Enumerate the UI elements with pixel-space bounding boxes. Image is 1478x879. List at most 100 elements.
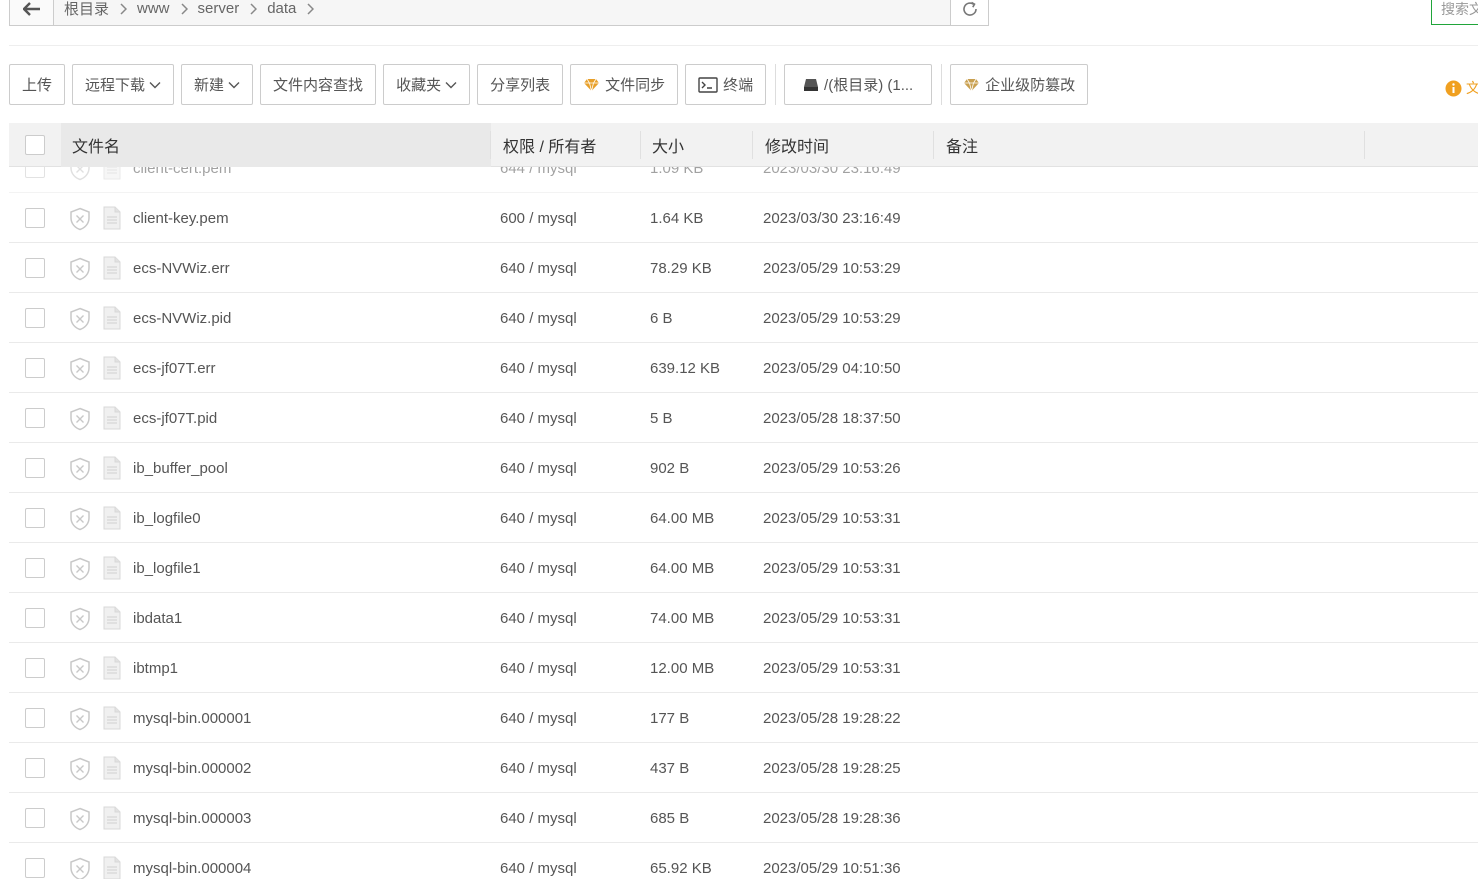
favorites-button[interactable]: 收藏夹	[383, 64, 471, 105]
breadcrumb-item-server[interactable]: server	[198, 0, 240, 17]
file-name[interactable]: ib_logfile0	[133, 493, 201, 543]
back-button[interactable]	[10, 0, 54, 25]
row-checkbox[interactable]	[25, 758, 45, 778]
diamond-icon	[963, 78, 980, 92]
table-row[interactable]: ibtmp1 640 / mysql 12.00 MB 2023/05/29 10:5…	[9, 643, 1478, 693]
row-checkbox[interactable]	[25, 308, 45, 328]
header-permission[interactable]: 权限 / 所有者	[503, 123, 596, 167]
content-search-button[interactable]: 文件内容查找	[260, 64, 377, 105]
shield-x-icon[interactable]	[69, 167, 91, 185]
breadcrumb-item-www[interactable]: www	[137, 0, 170, 17]
search-input[interactable]: 搜索文	[1431, 0, 1478, 25]
shield-x-icon[interactable]	[69, 857, 91, 879]
row-checkbox[interactable]	[25, 808, 45, 828]
row-checkbox[interactable]	[25, 358, 45, 378]
table-row[interactable]: ib_buffer_pool 640 / mysql 902 B 2023/05/29…	[9, 443, 1478, 493]
file-name[interactable]: ecs-NVWiz.err	[133, 243, 230, 293]
table-row[interactable]: ibdata1 640 / mysql 74.00 MB 2023/05/29 10:…	[9, 593, 1478, 643]
file-name[interactable]: mysql-bin.000002	[133, 743, 251, 793]
file-permission[interactable]: 640 / mysql	[500, 443, 577, 493]
select-all-checkbox[interactable]	[25, 135, 45, 155]
shield-x-icon[interactable]	[69, 757, 91, 785]
table-row[interactable]: ecs-jf07T.pid 640 / mysql 5 B 2023/05/28 18…	[9, 393, 1478, 443]
table-row[interactable]: ecs-NVWiz.err 640 / mysql 78.29 KB 2023/05/…	[9, 243, 1478, 293]
row-checkbox[interactable]	[25, 658, 45, 678]
table-row[interactable]: ecs-NVWiz.pid 640 / mysql 6 B 2023/05/29 10…	[9, 293, 1478, 343]
row-checkbox[interactable]	[25, 508, 45, 528]
file-name[interactable]: ecs-jf07T.err	[133, 343, 216, 393]
header-name[interactable]: 文件名	[72, 123, 120, 167]
shield-x-icon[interactable]	[69, 657, 91, 685]
file-permission[interactable]: 640 / mysql	[500, 293, 577, 343]
row-checkbox[interactable]	[25, 858, 45, 878]
table-row[interactable]: client-cert.pem 644 / mysql 1.09 KB 2023/03…	[9, 167, 1478, 193]
file-name[interactable]: mysql-bin.000003	[133, 793, 251, 843]
file-permission[interactable]: 640 / mysql	[500, 593, 577, 643]
upload-button[interactable]: 上传	[9, 64, 66, 105]
table-row[interactable]: mysql-bin.000004 640 / mysql 65.92 KB 2023/…	[9, 843, 1478, 879]
row-checkbox[interactable]	[25, 608, 45, 628]
enterprise-button[interactable]: 企业级防篡改	[950, 64, 1089, 105]
file-name[interactable]: ibdata1	[133, 593, 182, 643]
file-permission[interactable]: 640 / mysql	[500, 693, 577, 743]
row-checkbox[interactable]	[25, 208, 45, 228]
shield-x-icon[interactable]	[69, 207, 91, 235]
share-list-button[interactable]: 分享列表	[477, 64, 564, 105]
row-checkbox[interactable]	[25, 167, 45, 178]
chevron-down-icon	[149, 81, 161, 89]
shield-x-icon[interactable]	[69, 307, 91, 335]
table-row[interactable]: client-key.pem 600 / mysql 1.64 KB 2023/03/…	[9, 193, 1478, 243]
file-name[interactable]: ib_buffer_pool	[133, 443, 228, 493]
file-name[interactable]: ib_logfile1	[133, 543, 201, 593]
shield-x-icon[interactable]	[69, 407, 91, 435]
file-name[interactable]: client-key.pem	[133, 193, 229, 243]
row-checkbox[interactable]	[25, 708, 45, 728]
new-button[interactable]: 新建	[181, 64, 254, 105]
file-permission[interactable]: 640 / mysql	[500, 243, 577, 293]
row-checkbox[interactable]	[25, 558, 45, 578]
file-permission[interactable]: 644 / mysql	[500, 167, 577, 193]
table-row[interactable]: mysql-bin.000001 640 / mysql 177 B 2023/05/…	[9, 693, 1478, 743]
row-checkbox[interactable]	[25, 258, 45, 278]
file-name[interactable]: ecs-NVWiz.pid	[133, 293, 231, 343]
shield-x-icon[interactable]	[69, 507, 91, 535]
row-checkbox[interactable]	[25, 408, 45, 428]
shield-x-icon[interactable]	[69, 357, 91, 385]
header-size[interactable]: 大小	[652, 123, 684, 167]
file-permission[interactable]: 640 / mysql	[500, 643, 577, 693]
file-permission[interactable]: 640 / mysql	[500, 793, 577, 843]
row-checkbox[interactable]	[25, 458, 45, 478]
shield-x-icon[interactable]	[69, 707, 91, 735]
terminal-button[interactable]: 终端	[685, 64, 767, 105]
shield-x-icon[interactable]	[69, 807, 91, 835]
shield-x-icon[interactable]	[69, 457, 91, 485]
shield-x-icon[interactable]	[69, 257, 91, 285]
file-permission[interactable]: 640 / mysql	[500, 543, 577, 593]
file-permission[interactable]: 600 / mysql	[500, 193, 577, 243]
shield-x-icon[interactable]	[69, 557, 91, 585]
refresh-button[interactable]	[950, 0, 988, 25]
file-name[interactable]: ecs-jf07T.pid	[133, 393, 217, 443]
file-permission[interactable]: 640 / mysql	[500, 843, 577, 879]
shield-x-icon[interactable]	[69, 607, 91, 635]
file-name[interactable]: client-cert.pem	[133, 167, 231, 193]
table-row[interactable]: ecs-jf07T.err 640 / mysql 639.12 KB 2023/05…	[9, 343, 1478, 393]
table-row[interactable]: ib_logfile1 640 / mysql 64.00 MB 2023/05/29…	[9, 543, 1478, 593]
tip-link[interactable]: 文	[1445, 78, 1478, 98]
file-name[interactable]: mysql-bin.000004	[133, 843, 251, 879]
table-row[interactable]: ib_logfile0 640 / mysql 64.00 MB 2023/05/29…	[9, 493, 1478, 543]
file-permission[interactable]: 640 / mysql	[500, 393, 577, 443]
file-name[interactable]: ibtmp1	[133, 643, 178, 693]
breadcrumb-item-root[interactable]: 根目录	[64, 0, 109, 19]
file-sync-button[interactable]: 文件同步	[570, 64, 679, 105]
table-row[interactable]: mysql-bin.000003 640 / mysql 685 B 2023/05/…	[9, 793, 1478, 843]
file-name[interactable]: mysql-bin.000001	[133, 693, 251, 743]
breadcrumb-item-data[interactable]: data	[267, 0, 296, 17]
header-mtime[interactable]: 修改时间	[765, 123, 829, 167]
file-permission[interactable]: 640 / mysql	[500, 343, 577, 393]
file-permission[interactable]: 640 / mysql	[500, 493, 577, 543]
file-permission[interactable]: 640 / mysql	[500, 743, 577, 793]
table-row[interactable]: mysql-bin.000002 640 / mysql 437 B 2023/05/…	[9, 743, 1478, 793]
remote-download-button[interactable]: 远程下载	[72, 64, 175, 105]
disk-button[interactable]: /(根目录) (1...	[784, 64, 933, 105]
